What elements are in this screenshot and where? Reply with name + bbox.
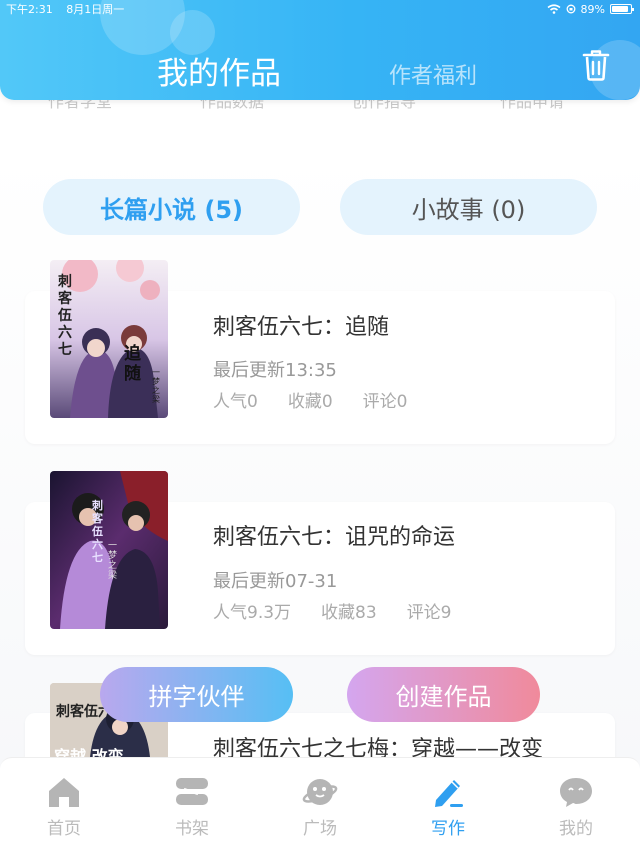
nav-label: 写作 bbox=[431, 819, 465, 839]
battery-percent: 89% bbox=[580, 2, 605, 16]
nav-label: 我的 bbox=[559, 819, 593, 839]
book-cover[interactable]: 刺客伍六七 追随 一梦之梁 bbox=[50, 260, 168, 418]
trash-icon[interactable] bbox=[580, 48, 612, 82]
tab-short-story[interactable]: 小故事 (0) bbox=[340, 179, 597, 235]
planet-icon bbox=[302, 779, 338, 805]
content-background bbox=[0, 150, 640, 770]
partner-button[interactable]: 拼字伙伴 bbox=[100, 667, 293, 722]
status-date: 8月1日周一 bbox=[66, 3, 125, 16]
nav-label: 广场 bbox=[303, 819, 337, 839]
status-time: 下午2:31 bbox=[6, 3, 53, 16]
book-cover[interactable]: 刺客伍六七 一梦之梁 bbox=[50, 471, 168, 629]
pen-icon bbox=[435, 780, 463, 807]
header-bar: 下午2:31 8月1日周一 89% 我的作品 作者福利 bbox=[0, 0, 640, 100]
battery-icon bbox=[610, 4, 634, 14]
nav-item-mine[interactable]: 我的 bbox=[512, 758, 640, 853]
chat-bubble-icon bbox=[560, 778, 592, 807]
rotation-lock-icon bbox=[566, 4, 575, 14]
cover-title: 穿越 改变 bbox=[54, 747, 124, 757]
cover-text: 刺客伍六七 bbox=[92, 499, 103, 564]
nav-label: 书架 bbox=[175, 819, 209, 839]
work-stats: 人气0 收藏0 评论0 bbox=[213, 387, 407, 412]
work-popularity: 人气9.3万 bbox=[213, 603, 292, 623]
cover-text: 刺客伍六七 bbox=[58, 274, 72, 358]
cover-author: 一梦之梁 bbox=[152, 368, 160, 404]
work-popularity: 人气0 bbox=[213, 392, 258, 412]
home-icon bbox=[49, 778, 79, 807]
page-title: 我的作品 bbox=[157, 56, 281, 92]
work-stats: 人气9.3万 收藏83 评论9 bbox=[213, 598, 452, 623]
nav-item-square[interactable]: 广场 bbox=[256, 758, 384, 853]
create-work-button[interactable]: 创建作品 bbox=[347, 667, 540, 722]
wifi-icon bbox=[547, 4, 561, 14]
nav-item-home[interactable]: 首页 bbox=[0, 758, 128, 853]
work-title[interactable]: 刺客伍六七：追随 bbox=[213, 309, 389, 341]
cover-title: 追随 bbox=[124, 344, 141, 384]
work-favorites: 收藏0 bbox=[287, 392, 333, 412]
nav-label: 首页 bbox=[47, 819, 81, 839]
bookshelf-icon bbox=[176, 778, 208, 805]
status-bar: 下午2:31 8月1日周一 89% bbox=[6, 2, 634, 16]
work-title[interactable]: 刺客伍六七：诅咒的命运 bbox=[213, 519, 455, 551]
tab-long-novel[interactable]: 长篇小说 (5) bbox=[43, 179, 300, 235]
work-comments: 评论9 bbox=[406, 603, 452, 623]
work-last-updated: 最后更新07-31 bbox=[213, 571, 338, 592]
nav-item-bookshelf[interactable]: 书架 bbox=[128, 758, 256, 853]
cover-author: 一梦之梁 bbox=[108, 541, 118, 581]
tab-author-benefits[interactable]: 作者福利 bbox=[389, 58, 477, 90]
nav-item-write[interactable]: 写作 bbox=[384, 758, 512, 853]
work-favorites: 收藏83 bbox=[321, 603, 377, 623]
work-last-updated: 最后更新13:35 bbox=[213, 360, 337, 381]
work-comments: 评论0 bbox=[362, 392, 408, 412]
bottom-nav: 首页 书架 广场 写作 我的 bbox=[0, 757, 640, 853]
